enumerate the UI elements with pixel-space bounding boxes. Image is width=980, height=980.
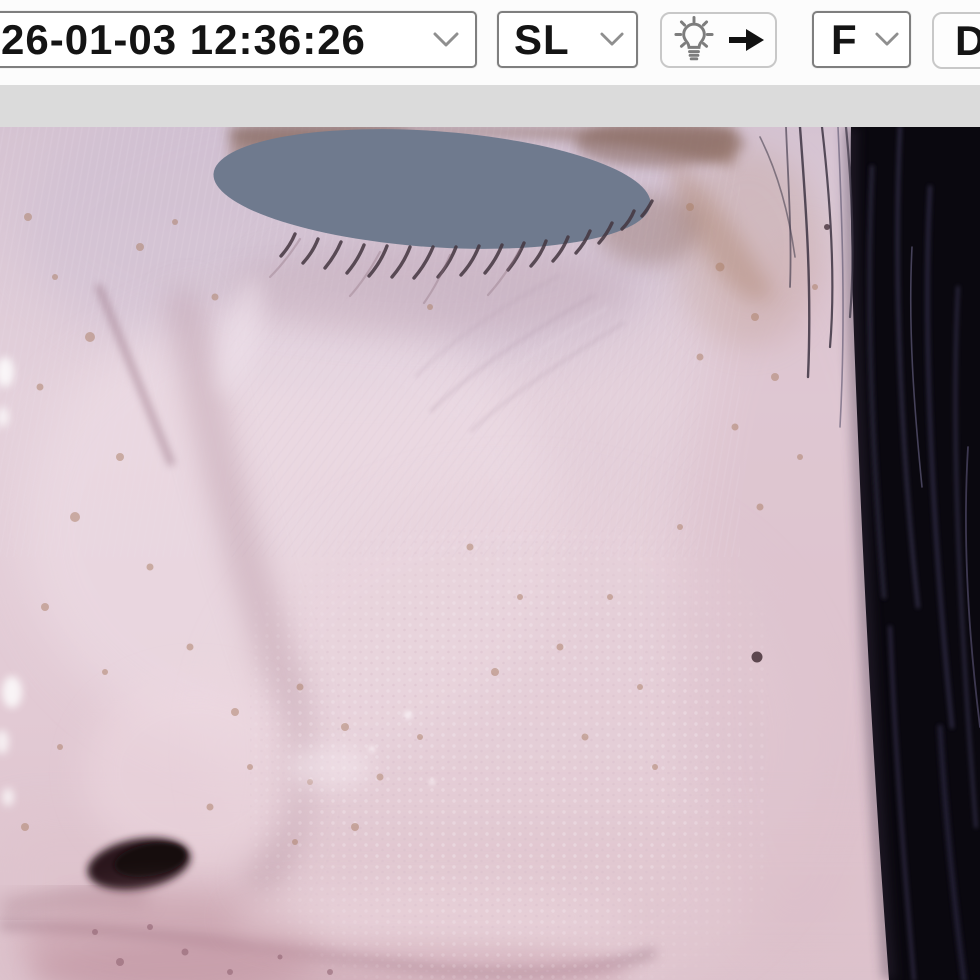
view-value: F [831,15,858,63]
toolbar-separator-strip [0,85,980,127]
small-mole [824,224,830,230]
arrow-right-icon [729,29,764,51]
flash-transfer-button[interactable] [660,12,777,68]
chevron-down-icon [875,32,899,46]
app-window: 26-01-03 12:36:26 SL F D [0,0,980,980]
mode-combobox[interactable]: SL [497,11,638,68]
facial-photo [0,127,980,980]
view-combobox[interactable]: F [812,11,911,68]
chevron-down-icon [433,32,459,46]
datetime-combobox[interactable]: 26-01-03 12:36:26 [0,11,477,68]
chevron-down-icon [600,32,624,46]
d-button-label: D [955,16,980,64]
mole [751,651,763,663]
toolbar: 26-01-03 12:36:26 SL F D [0,0,980,85]
d-button[interactable]: D [932,12,980,69]
mode-value: SL [514,15,570,63]
photo-viewport[interactable] [0,127,980,980]
lightbulb-icon [674,16,714,61]
datetime-value: 26-01-03 12:36:26 [1,15,366,63]
